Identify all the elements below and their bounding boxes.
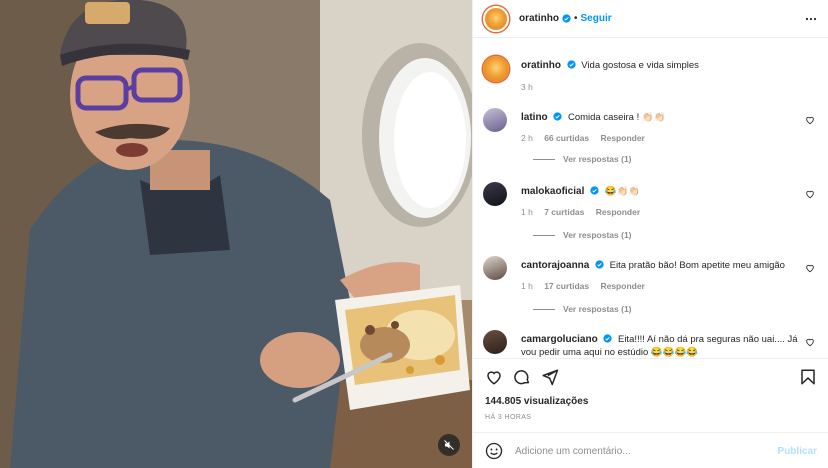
- heart-icon[interactable]: [805, 115, 815, 125]
- comment-time: 2 h: [521, 133, 533, 143]
- replies-divider: [533, 308, 555, 310]
- owner-username[interactable]: oratinho: [519, 13, 559, 24]
- comment-username[interactable]: latino: [521, 112, 548, 123]
- comment-time: 1 h: [521, 207, 533, 217]
- comment-username[interactable]: camargoluciano: [521, 334, 598, 345]
- verified-badge-icon: [553, 112, 562, 121]
- comment-likes[interactable]: 7 curtidas: [544, 207, 584, 217]
- owner-avatar[interactable]: [483, 5, 509, 32]
- verified-badge-icon: [567, 60, 576, 69]
- comment-username[interactable]: malokaoficial: [521, 186, 584, 197]
- reply-button[interactable]: Responder: [596, 207, 640, 217]
- commenter-avatar[interactable]: [483, 256, 507, 280]
- publish-button[interactable]: Publicar: [778, 446, 817, 457]
- commenter-avatar[interactable]: [483, 330, 507, 354]
- comment-username[interactable]: cantorajoanna: [521, 260, 589, 271]
- view-replies-button[interactable]: Ver respostas (1): [533, 154, 632, 164]
- caption-time: 3 h: [521, 82, 533, 92]
- verified-badge-icon: [595, 260, 604, 269]
- reply-button[interactable]: Responder: [600, 133, 644, 143]
- video-frame-image: [0, 0, 472, 468]
- mute-icon: [444, 440, 454, 450]
- post-timestamp: HÁ 3 HORAS: [485, 414, 532, 421]
- heart-icon[interactable]: [805, 189, 815, 199]
- replies-divider: [533, 158, 555, 160]
- comment-input[interactable]: [515, 445, 755, 457]
- mute-button[interactable]: [438, 434, 460, 456]
- comment-text: Comida caseira ! 👏🏻👏🏻: [567, 112, 666, 123]
- comment-likes[interactable]: 66 curtidas: [544, 133, 589, 143]
- verified-badge-icon: [590, 186, 599, 195]
- commenter-avatar[interactable]: [483, 108, 507, 132]
- caption-text: Vida gostosa e vida simples: [581, 60, 699, 71]
- share-icon[interactable]: [541, 368, 559, 386]
- verified-badge-icon: [603, 334, 612, 343]
- view-replies-label: Ver respostas (1): [563, 304, 632, 314]
- heart-icon[interactable]: [805, 263, 815, 273]
- post-actions: 144.805 visualizações HÁ 3 HORAS Publica…: [473, 358, 828, 468]
- comment-text: 😂👏🏻👏🏻: [604, 186, 641, 197]
- caption-username[interactable]: oratinho: [521, 60, 561, 71]
- comment-time: 1 h: [521, 281, 533, 291]
- commenter-avatar[interactable]: [483, 182, 507, 206]
- heart-icon[interactable]: [805, 337, 815, 347]
- bookmark-icon[interactable]: [799, 368, 817, 386]
- view-replies-button[interactable]: Ver respostas (1): [533, 304, 632, 314]
- view-replies-button[interactable]: Ver respostas (1): [533, 230, 632, 240]
- heart-icon[interactable]: [485, 368, 503, 386]
- follow-button[interactable]: Seguir: [581, 13, 612, 24]
- post-header: oratinho • Seguir: [473, 0, 828, 38]
- view-replies-label: Ver respostas (1): [563, 154, 632, 164]
- comment-likes[interactable]: 17 curtidas: [544, 281, 589, 291]
- add-comment-form: Publicar: [473, 432, 828, 468]
- more-options-icon[interactable]: [805, 13, 817, 25]
- emoji-icon[interactable]: [485, 442, 503, 460]
- comment-text: Eita pratão bão! Bom apetite meu amigão: [609, 260, 785, 271]
- reply-button[interactable]: Responder: [600, 281, 644, 291]
- owner-info: oratinho • Seguir: [519, 13, 612, 24]
- replies-divider: [533, 234, 555, 236]
- comments-list[interactable]: oratinho Vida gostosa e vida simples 3 h…: [473, 38, 828, 358]
- comment-icon[interactable]: [513, 368, 531, 386]
- post-video[interactable]: [0, 0, 472, 468]
- view-replies-label: Ver respostas (1): [563, 230, 632, 240]
- separator-dot: •: [574, 13, 578, 24]
- caption-avatar[interactable]: [483, 56, 509, 82]
- verified-badge-icon: [562, 14, 571, 23]
- views-count[interactable]: 144.805 visualizações: [485, 396, 588, 407]
- post-sidebar: oratinho • Seguir oratinho Vida gostosa …: [472, 0, 828, 468]
